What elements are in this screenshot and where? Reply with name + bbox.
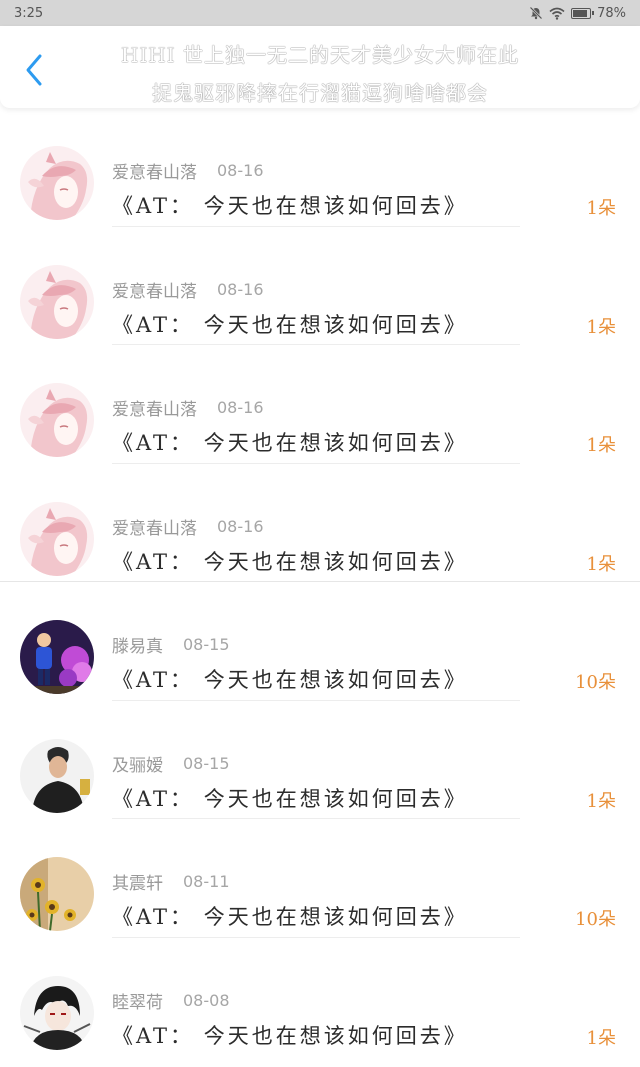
item-message: 《AT： 今天也在想该如何回去》 (112, 431, 468, 455)
sender-name[interactable]: 爱意春山落 (112, 158, 197, 183)
battery-icon (571, 7, 595, 19)
flower-count: 1朵 (586, 790, 616, 812)
chevron-left-icon (26, 54, 42, 86)
flower-count: 1朵 (586, 553, 616, 575)
item-message: 《AT： 今天也在想该如何回去》 (112, 194, 468, 218)
item-message: 《AT： 今天也在想该如何回去》 (112, 786, 468, 811)
status-time: 3:25 (14, 5, 44, 21)
item-date: 08-16 (217, 398, 264, 417)
list-item[interactable]: 滕易真 08-15 《AT： 今天也在想该如何回去》 10朵 (0, 582, 640, 701)
sender-name[interactable]: 爱意春山落 (112, 514, 197, 539)
flower-count: 1朵 (586, 198, 616, 219)
flower-count: 1朵 (586, 316, 616, 338)
sender-name[interactable]: 睦翠荷 (112, 988, 163, 1013)
item-date: 08-15 (183, 635, 230, 654)
flower-count: 1朵 (586, 435, 616, 456)
item-date: 08-08 (183, 990, 230, 1010)
back-button[interactable] (16, 52, 52, 88)
item-message: 《AT： 今天也在想该如何回去》 (112, 905, 468, 929)
item-message: 《AT： 今天也在想该如何回去》 (112, 1023, 468, 1048)
avatar[interactable] (20, 738, 94, 813)
list-item[interactable]: 及骊嫒 08-15 《AT： 今天也在想该如何回去》 1朵 (0, 701, 640, 819)
avatar[interactable] (20, 857, 94, 931)
item-meta: 爱意春山落 08-16 (112, 277, 264, 302)
status-bar: 3:25 78% (0, 0, 640, 26)
avatar[interactable] (20, 383, 94, 457)
sender-name[interactable]: 滕易真 (112, 632, 163, 657)
item-date: 08-16 (217, 161, 264, 180)
item-meta: 睦翠荷 08-08 (112, 988, 230, 1013)
sender-name[interactable]: 爱意春山落 (112, 395, 197, 420)
status-icons: 78% (529, 6, 626, 21)
list-item[interactable]: 爱意春山落 08-16 《AT： 今天也在想该如何回去》 1朵 (0, 108, 640, 227)
item-message: 《AT： 今天也在想该如何回去》 (112, 668, 468, 692)
sender-name[interactable]: 及骊嫒 (112, 751, 163, 776)
item-meta: 其震轩 08-11 (112, 869, 230, 894)
item-meta: 及骊嫒 08-15 (112, 751, 230, 776)
list-item[interactable]: 爱意春山落 08-16 《AT： 今天也在想该如何回去》 1朵 (0, 227, 640, 345)
flower-count: 10朵 (575, 672, 616, 693)
list-item[interactable]: 爱意春山落 08-16 《AT： 今天也在想该如何回去》 1朵 (0, 464, 640, 582)
list-item[interactable]: 睦翠荷 08-08 《AT： 今天也在想该如何回去》 1朵 (0, 938, 640, 1057)
list-item[interactable]: 其震轩 08-11 《AT： 今天也在想该如何回去》 10朵 (0, 819, 640, 938)
wifi-icon (549, 7, 565, 20)
item-message: 《AT： 今天也在想该如何回去》 (112, 312, 468, 337)
mute-icon (529, 6, 543, 20)
item-meta: 爱意春山落 08-16 (112, 514, 264, 539)
avatar[interactable] (20, 620, 94, 694)
list-item[interactable]: 爱意春山落 08-16 《AT： 今天也在想该如何回去》 1朵 (0, 345, 640, 464)
avatar[interactable] (20, 975, 94, 1050)
item-date: 08-16 (217, 516, 264, 536)
sender-name[interactable]: 其震轩 (112, 869, 163, 894)
sender-name[interactable]: 爱意春山落 (112, 277, 197, 302)
avatar[interactable] (20, 501, 94, 576)
header (0, 26, 640, 108)
item-date: 08-16 (217, 279, 264, 299)
flower-count: 10朵 (575, 909, 616, 930)
item-date: 08-15 (183, 753, 230, 773)
battery-percent: 78% (597, 5, 626, 21)
item-meta: 爱意春山落 08-16 (112, 395, 264, 420)
item-meta: 爱意春山落 08-16 (112, 158, 264, 183)
avatar[interactable] (20, 264, 94, 339)
item-message: 《AT： 今天也在想该如何回去》 (112, 549, 468, 574)
item-date: 08-11 (183, 872, 230, 891)
gift-list: 爱意春山落 08-16 《AT： 今天也在想该如何回去》 1朵 爱意春山落 08… (0, 108, 640, 1056)
avatar[interactable] (20, 146, 94, 220)
item-meta: 滕易真 08-15 (112, 632, 230, 657)
flower-count: 1朵 (586, 1027, 616, 1049)
